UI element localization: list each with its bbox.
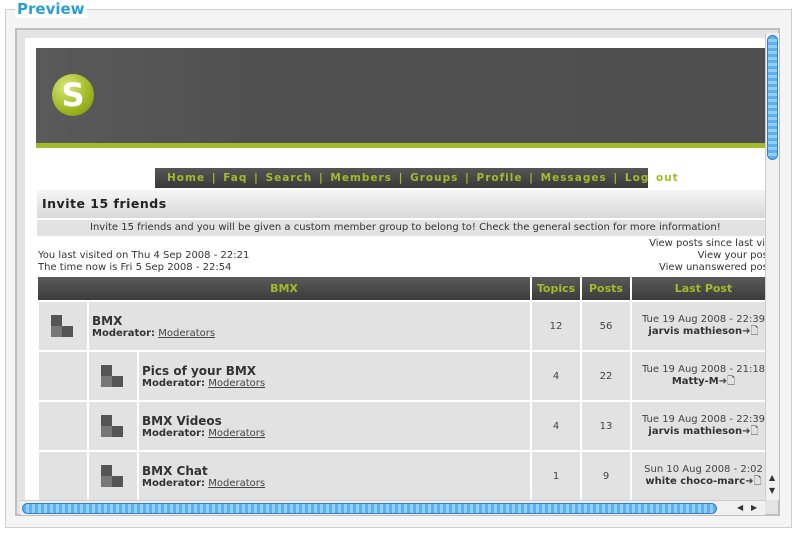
moderator-label: Moderator: (142, 427, 206, 439)
last-post-user-link[interactable]: Matty-M (672, 376, 719, 387)
last-post-user-link[interactable]: jarvis mathieson (648, 426, 742, 437)
topics-header: Topics (531, 277, 582, 301)
nav-members[interactable]: Members (330, 172, 392, 184)
forum-table: BMX Topics Posts Last Post BMX Moderator:… (37, 277, 765, 500)
moderator-label: Moderator: (142, 477, 206, 489)
view-posts-since-last-visit-link[interactable]: View posts since last visit (577, 238, 765, 250)
topics-count: 12 (530, 300, 582, 352)
header-divider (36, 143, 765, 148)
moderator-link[interactable]: Moderators (158, 328, 215, 339)
nav-separator: | (522, 172, 541, 184)
site-logo[interactable]: S (52, 74, 94, 116)
scroll-right-arrow[interactable]: ▶ (751, 503, 757, 512)
forum-status-icon (101, 365, 125, 387)
moderator-label: Moderator: (142, 377, 206, 389)
vertical-scroll-thumb[interactable] (767, 35, 778, 160)
forum-status-icon (101, 465, 125, 487)
scroll-up-arrow[interactable]: ▲ (769, 473, 775, 482)
go-to-last-post-icon[interactable]: ➜🗋 (742, 326, 758, 337)
forum-status-icon (101, 415, 125, 437)
indent-cell (37, 350, 89, 402)
forum-name-link[interactable]: Pics of your BMX (142, 364, 530, 378)
horizontal-scrollbar[interactable]: ◀ ▶ (20, 500, 765, 515)
scroll-down-arrow[interactable]: ▼ (769, 486, 775, 495)
topics-count: 4 (530, 350, 582, 402)
last-post-date: Tue 19 Aug 2008 - 22:39 (641, 314, 765, 325)
forum-row: BMX Moderator: Moderators 12 56 Tue 19 Aug 2… (37, 300, 765, 352)
forum-name-link[interactable]: BMX Videos (142, 414, 530, 428)
nav-log-out[interactable]: Log out (625, 172, 679, 184)
forum-name-link[interactable]: BMX Chat (142, 464, 530, 478)
go-to-last-post-icon[interactable]: ➜🗋 (745, 476, 761, 487)
posts-header: Posts (581, 277, 632, 301)
nav-faq[interactable]: Faq (223, 172, 247, 184)
go-to-last-post-icon[interactable]: ➜🗋 (719, 376, 735, 387)
site-header: S (36, 48, 765, 143)
announcement-title: Invite 15 friends (37, 190, 765, 218)
panel-legend: Preview (15, 0, 87, 18)
nav-separator: | (458, 172, 477, 184)
forum-name-link[interactable]: BMX (92, 314, 530, 328)
go-to-last-post-icon[interactable]: ➜🗋 (742, 426, 758, 437)
topics-count: 4 (530, 400, 582, 452)
posts-count: 22 (580, 350, 632, 402)
nav-profile[interactable]: Profile (477, 172, 523, 184)
posts-count: 56 (580, 300, 632, 352)
forum-header: BMX (38, 277, 532, 301)
indent-cell (37, 400, 89, 452)
last-post-date: Tue 19 Aug 2008 - 21:18 (641, 364, 765, 375)
last-post-header: Last Post (631, 277, 765, 301)
moderator-label: Moderator: (92, 327, 156, 339)
nav-home[interactable]: Home (167, 172, 205, 184)
moderator-link[interactable]: Moderators (208, 478, 265, 489)
horizontal-scroll-thumb[interactable] (22, 503, 717, 514)
forum-page: S Home | Faq | Search | Members | Groups… (25, 38, 765, 500)
nav-messages[interactable]: Messages (541, 172, 607, 184)
forum-status-icon (51, 315, 75, 337)
nav-separator: | (205, 172, 224, 184)
posts-count: 9 (580, 450, 632, 500)
moderator-link[interactable]: Moderators (208, 378, 265, 389)
topics-count: 1 (530, 450, 582, 500)
nav-separator: | (247, 172, 266, 184)
announcement-message: Invite 15 friends and you will be given … (37, 220, 765, 236)
nav-search[interactable]: Search (266, 172, 313, 184)
last-post-user-link[interactable]: white choco-marc (645, 476, 745, 487)
last-visit: You last visited on Thu 4 Sep 2008 - 22:… (38, 250, 250, 261)
nav-groups[interactable]: Groups (410, 172, 458, 184)
scroll-left-arrow[interactable]: ◀ (737, 503, 743, 512)
nav-separator: | (312, 172, 331, 184)
view-your-posts-link[interactable]: View your posts (577, 250, 765, 262)
indent-cell (37, 450, 89, 500)
last-post-date: Sun 10 Aug 2008 - 2:02 (644, 464, 763, 475)
nav-separator: | (391, 172, 411, 184)
view-unanswered-posts-link[interactable]: View unanswered posts (577, 262, 765, 274)
last-post-user-link[interactable]: jarvis mathieson (648, 326, 742, 337)
main-nav: Home | Faq | Search | Members | Groups |… (155, 168, 678, 188)
vertical-scrollbar[interactable]: ▲ ▼ (765, 33, 779, 500)
posts-count: 13 (580, 400, 632, 452)
nav-separator: | (606, 172, 625, 184)
last-post-date: Tue 19 Aug 2008 - 22:39 (641, 414, 765, 425)
current-time: The time now is Fri 5 Sep 2008 - 22:54 (38, 262, 232, 273)
forum-row: Pics of your BMX Moderator: Moderators 4 22… (37, 350, 765, 402)
forum-row: BMX Videos Moderator: Moderators 4 13 Tue 19… (37, 400, 765, 452)
moderator-link[interactable]: Moderators (208, 428, 265, 439)
forum-row: BMX Chat Moderator: Moderators 1 9 Sun 10 Au… (37, 450, 765, 500)
